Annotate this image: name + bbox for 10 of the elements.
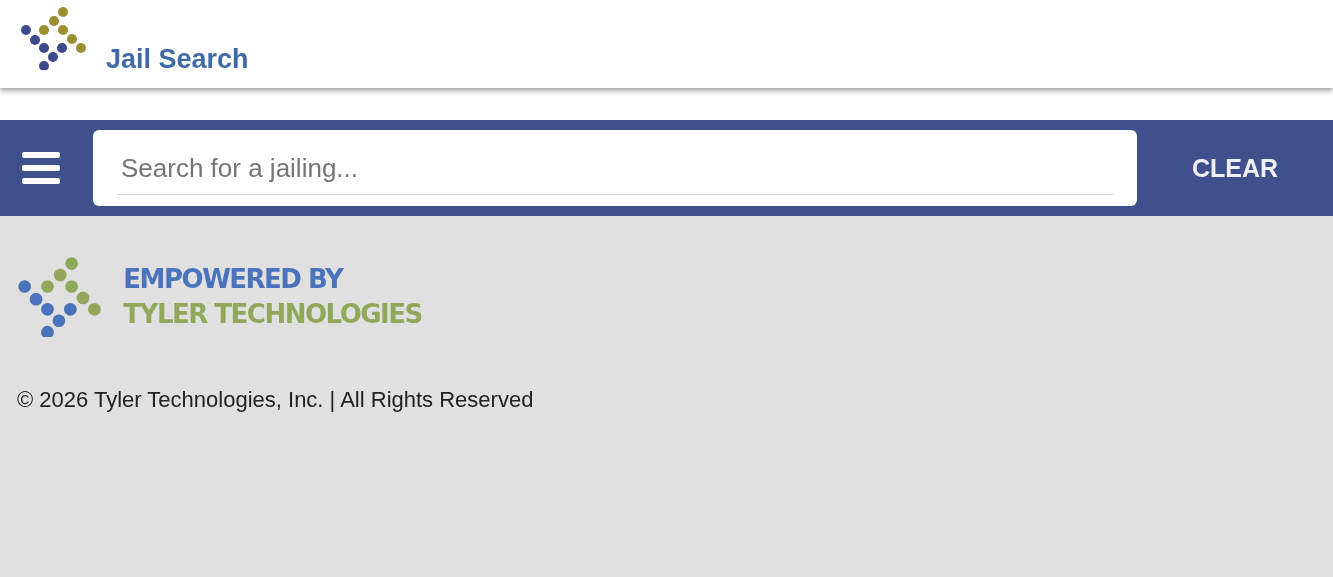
search-field[interactable]: Search for a jailing... [93, 130, 1137, 206]
logo-text: EMPOWERED BY [123, 263, 345, 295]
app-title: Jail Search [106, 44, 249, 75]
logo-text: TYLER TECHNOLOGIES [123, 298, 422, 330]
logo-icon [20, 6, 88, 70]
logo-icon [17, 256, 104, 338]
menu-button[interactable] [22, 152, 60, 184]
menu-icon [22, 152, 60, 184]
copyright-text: © 2026 Tyler Technologies, Inc. | All Rights Reserved [17, 387, 535, 414]
clear-button[interactable]: CLEAR [1137, 153, 1333, 183]
